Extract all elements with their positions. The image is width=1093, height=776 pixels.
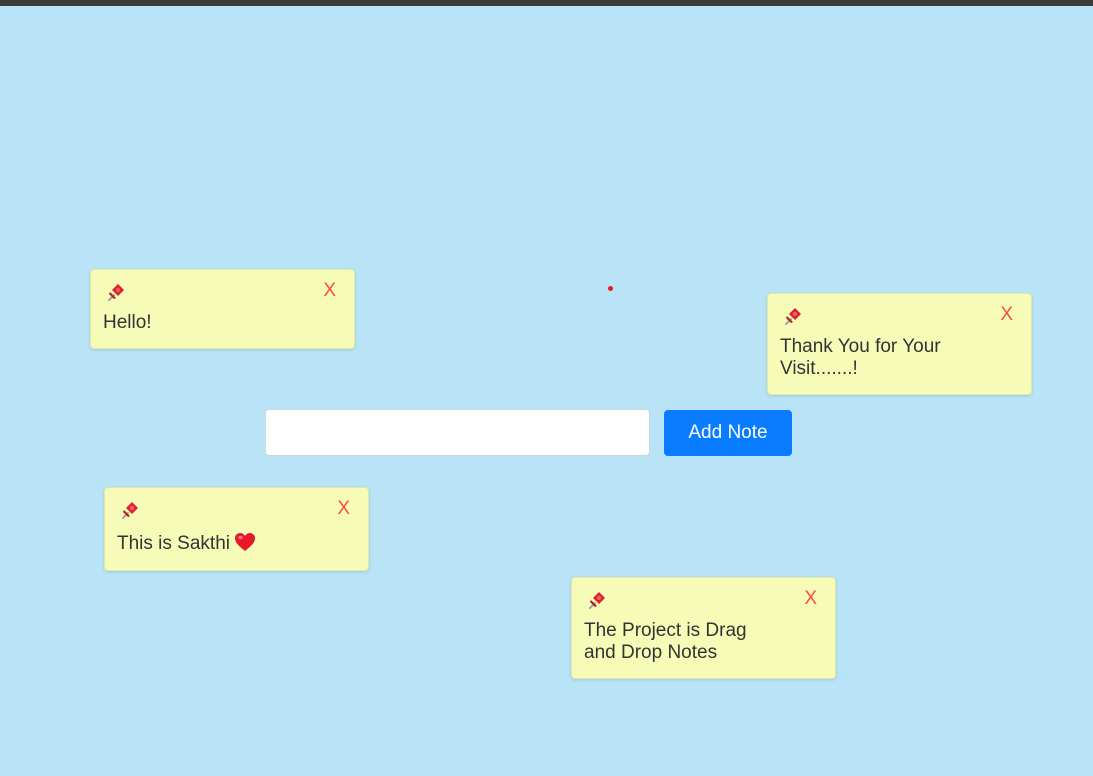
add-note-button[interactable]: Add Note xyxy=(664,410,792,456)
note-text: The Project is Drag and Drop Notes xyxy=(584,620,747,663)
pushpin-icon[interactable] xyxy=(103,281,127,305)
close-button[interactable]: X xyxy=(337,498,350,520)
window-top-bar xyxy=(0,0,1093,6)
note-header: X xyxy=(117,498,356,524)
close-button[interactable]: X xyxy=(323,280,336,302)
pushpin-icon[interactable] xyxy=(117,499,141,523)
note-header: X xyxy=(584,588,823,614)
close-button[interactable]: X xyxy=(1000,304,1013,326)
note-text: Hello! xyxy=(103,312,152,333)
note-header: X xyxy=(780,304,1019,330)
sticky-note[interactable]: X The Project is Drag and Drop Notes xyxy=(571,577,836,679)
sticky-note[interactable]: X Thank You for Your Visit.......! xyxy=(767,293,1032,395)
note-text-row: This is Sakthi xyxy=(117,532,356,558)
sticky-note[interactable]: X Hello! xyxy=(90,269,355,349)
note-header: X xyxy=(103,280,342,306)
sticky-note[interactable]: X This is Sakthi xyxy=(104,487,369,571)
close-button[interactable]: X xyxy=(804,588,817,610)
note-input[interactable] xyxy=(265,409,650,456)
pushpin-icon[interactable] xyxy=(584,589,608,613)
cursor-dot xyxy=(608,286,613,291)
heart-icon xyxy=(234,532,256,558)
note-text: This is Sakthi xyxy=(117,533,230,554)
pushpin-icon[interactable] xyxy=(780,305,804,329)
note-text: Thank You for Your Visit.......! xyxy=(780,336,941,379)
